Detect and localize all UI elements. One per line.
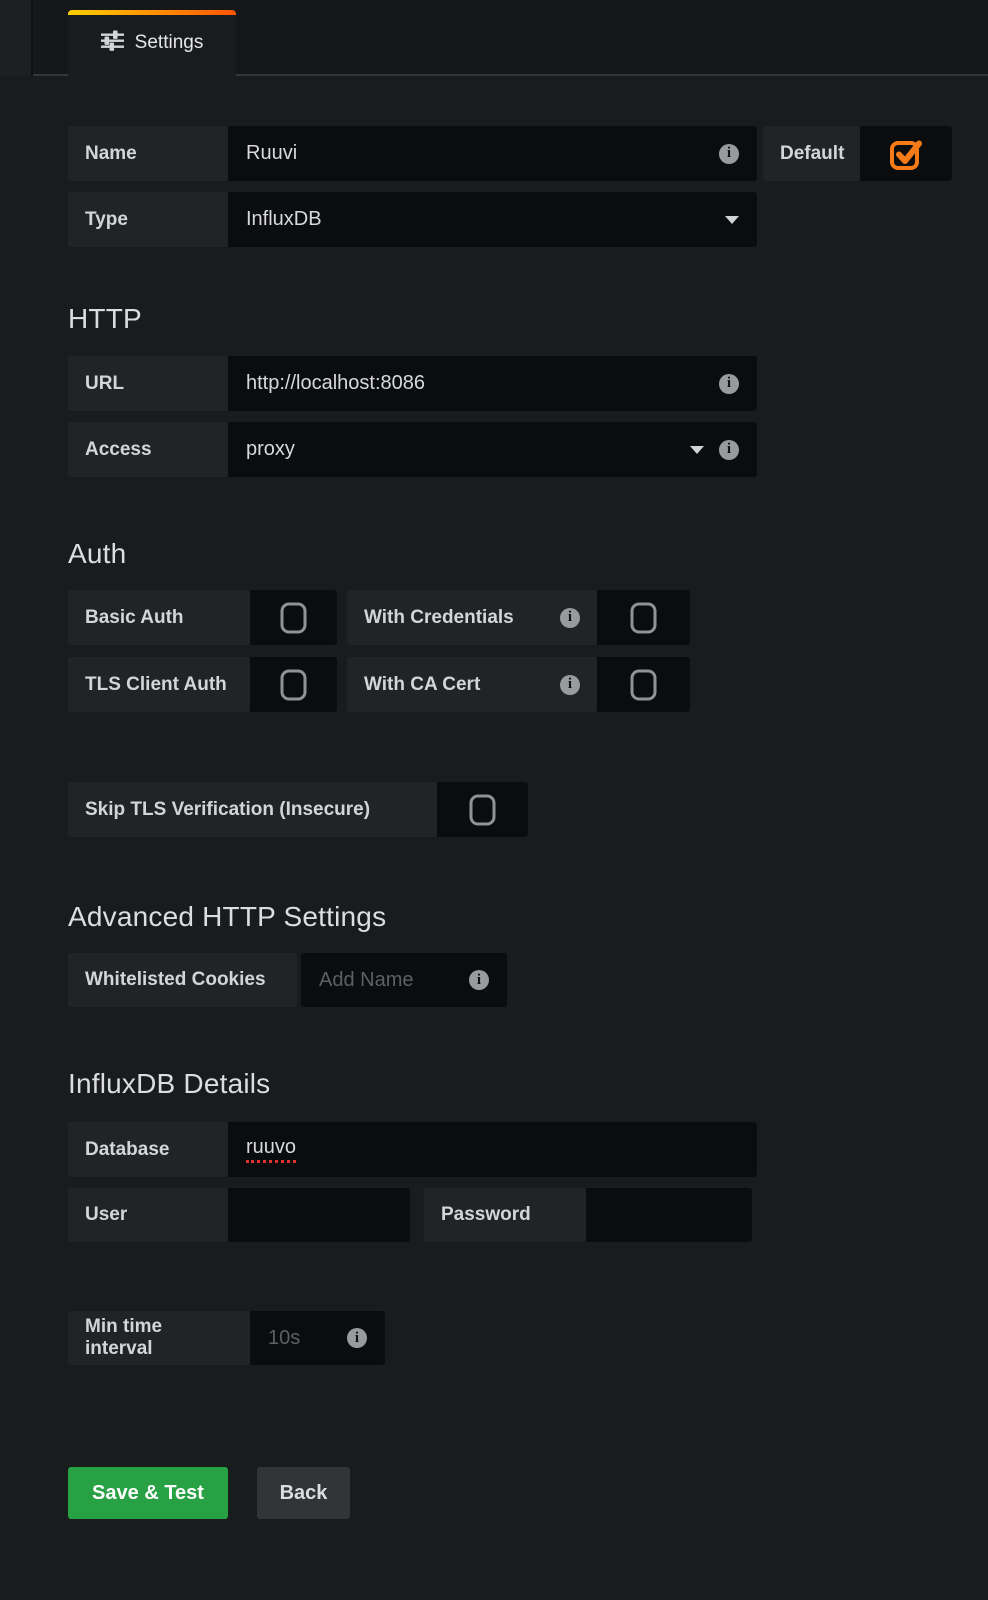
whitelisted-cookies-label: Whitelisted Cookies xyxy=(68,953,297,1007)
default-label: Default xyxy=(763,126,860,181)
page-header: Settings xyxy=(0,0,988,76)
database-input[interactable]: ruuvo xyxy=(228,1122,757,1177)
with-credentials-info-icon[interactable]: i xyxy=(560,607,580,628)
whitelisted-cookies-row: Whitelisted Cookies Add Name i xyxy=(68,953,988,1007)
url-label: URL xyxy=(68,356,228,411)
chevron-down-icon xyxy=(725,215,739,224)
default-checkbox[interactable] xyxy=(860,126,952,181)
type-label: Type xyxy=(68,192,228,247)
tab-accent-bar xyxy=(68,10,236,15)
min-time-interval-row: Min time interval 10s i xyxy=(68,1311,988,1365)
with-credentials-text: With Credentials xyxy=(364,606,514,628)
with-ca-cert-info-icon[interactable]: i xyxy=(560,674,580,695)
name-info-icon[interactable]: i xyxy=(719,143,739,164)
skip-tls-row: Skip TLS Verification (Insecure) xyxy=(68,782,988,837)
user-password-row: User Password xyxy=(68,1188,988,1242)
auth-section-heading: Auth xyxy=(68,538,127,569)
min-time-interval-placeholder: 10s xyxy=(268,1326,301,1349)
with-credentials-checkbox[interactable] xyxy=(597,590,690,645)
skip-tls-checkbox[interactable] xyxy=(437,782,528,837)
name-value: Ruuvi xyxy=(246,142,298,164)
type-select[interactable]: InfluxDB xyxy=(228,192,757,247)
min-time-interval-info-icon[interactable]: i xyxy=(347,1328,367,1348)
access-label: Access xyxy=(68,422,228,477)
auth-row-2: TLS Client Auth With CA Cert i xyxy=(68,657,988,712)
advanced-http-heading: Advanced HTTP Settings xyxy=(68,901,387,932)
with-ca-cert-label: With CA Cert i xyxy=(347,657,597,712)
tab-settings-label: Settings xyxy=(134,32,204,53)
database-value: ruuvo xyxy=(246,1136,297,1163)
header-left-strip xyxy=(0,0,33,76)
with-credentials-label: With Credentials i xyxy=(347,590,597,645)
auth-row-1: Basic Auth With Credentials i xyxy=(68,590,988,645)
name-input[interactable]: Ruuvi i xyxy=(228,126,757,181)
url-value: http://localhost:8086 xyxy=(246,372,426,394)
with-ca-cert-checkbox[interactable] xyxy=(597,657,690,712)
url-input[interactable]: http://localhost:8086 i xyxy=(228,356,757,411)
chevron-down-icon xyxy=(690,445,704,454)
with-ca-cert-text: With CA Cert xyxy=(364,673,481,695)
skip-tls-label: Skip TLS Verification (Insecure) xyxy=(68,782,437,837)
name-row: Name Ruuvi i Default xyxy=(68,126,988,181)
user-input[interactable] xyxy=(228,1188,410,1242)
basic-auth-label: Basic Auth xyxy=(68,590,250,645)
access-value: proxy xyxy=(246,438,295,460)
access-select[interactable]: proxy i xyxy=(228,422,757,477)
type-value: InfluxDB xyxy=(246,208,322,230)
save-and-test-button[interactable]: Save & Test xyxy=(68,1467,228,1519)
password-label: Password xyxy=(424,1188,586,1242)
influxdb-details-heading: InfluxDB Details xyxy=(68,1068,271,1099)
url-row: URL http://localhost:8086 i xyxy=(68,356,988,411)
database-row: Database ruuvo xyxy=(68,1122,988,1177)
user-label: User xyxy=(68,1188,228,1242)
basic-auth-checkbox[interactable] xyxy=(250,590,337,645)
min-time-interval-label: Min time interval xyxy=(68,1311,250,1365)
sliders-icon xyxy=(100,30,124,56)
tab-settings[interactable]: Settings xyxy=(68,10,236,76)
action-buttons: Save & Test Back xyxy=(68,1467,988,1519)
access-info-icon[interactable]: i xyxy=(719,439,739,460)
datasource-settings-form: Name Ruuvi i Default Type InfluxDB HTTP … xyxy=(0,76,988,1519)
url-info-icon[interactable]: i xyxy=(719,373,739,394)
access-row: Access proxy i xyxy=(68,422,988,477)
min-time-interval-input[interactable]: 10s i xyxy=(250,1311,385,1365)
tls-client-auth-checkbox[interactable] xyxy=(250,657,337,712)
password-input[interactable] xyxy=(586,1188,752,1242)
whitelisted-cookies-placeholder: Add Name xyxy=(319,968,414,991)
name-label: Name xyxy=(68,126,228,181)
tls-client-auth-label: TLS Client Auth xyxy=(68,657,250,712)
whitelisted-cookies-input[interactable]: Add Name i xyxy=(301,953,507,1007)
http-section-heading: HTTP xyxy=(68,303,142,334)
type-row: Type InfluxDB xyxy=(68,192,988,247)
back-button[interactable]: Back xyxy=(257,1467,350,1519)
database-label: Database xyxy=(68,1122,228,1177)
whitelisted-cookies-info-icon[interactable]: i xyxy=(469,970,489,990)
